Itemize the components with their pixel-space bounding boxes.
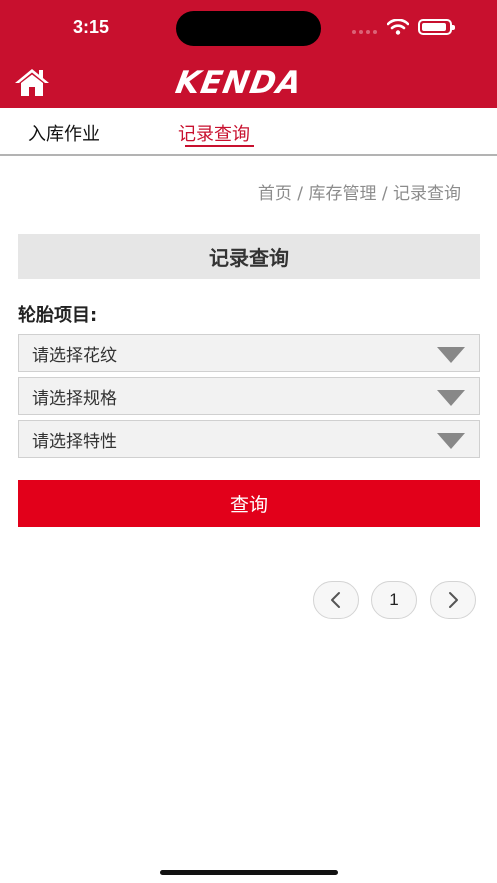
wifi-icon [387,19,409,35]
home-indicator[interactable] [160,870,338,875]
active-tab-indicator [185,145,254,147]
select-placeholder: 请选择特性 [32,431,117,452]
home-button[interactable] [13,66,51,98]
next-page-button[interactable] [430,581,476,619]
tab-bar: 入库作业 记录查询 [0,108,497,156]
breadcrumb-current: 记录查询 [393,184,461,204]
tire-item-label: 轮胎项目: [18,305,98,326]
breadcrumb: 首页 / 库存管理 / 记录查询 [258,179,461,204]
select-placeholder: 请选择规格 [32,388,117,409]
previous-page-button[interactable] [313,581,359,619]
feature-select[interactable]: 请选择特性 [18,420,480,458]
status-time: 3:15 [73,17,110,37]
dropdown-arrow-icon [437,433,465,449]
app-header: 3:15 KENDA [0,0,497,108]
page-number-button[interactable]: 1 [371,581,417,619]
select-placeholder: 请选择花纹 [32,345,117,366]
tab-inbound[interactable]: 入库作业 [28,120,100,146]
dropdown-arrow-icon [437,347,465,363]
breadcrumb-inventory[interactable]: 库存管理 [308,184,376,204]
query-button[interactable]: 查询 [18,480,480,527]
cellular-signal-icon [352,30,377,34]
dropdown-arrow-icon [437,390,465,406]
breadcrumb-separator: / [291,184,309,204]
battery-icon [418,19,455,35]
tread-pattern-select[interactable]: 请选择花纹 [18,334,480,372]
panel-title: 记录查询 [18,234,480,279]
chevron-right-icon [449,592,458,608]
breadcrumb-home[interactable]: 首页 [258,184,292,204]
breadcrumb-separator: / [376,184,393,204]
specification-select[interactable]: 请选择规格 [18,377,480,415]
home-icon [15,69,49,96]
chevron-left-icon [331,592,340,608]
dynamic-island [176,11,321,46]
kenda-logo: KENDA [172,65,306,101]
tab-record-query[interactable]: 记录查询 [178,120,250,146]
